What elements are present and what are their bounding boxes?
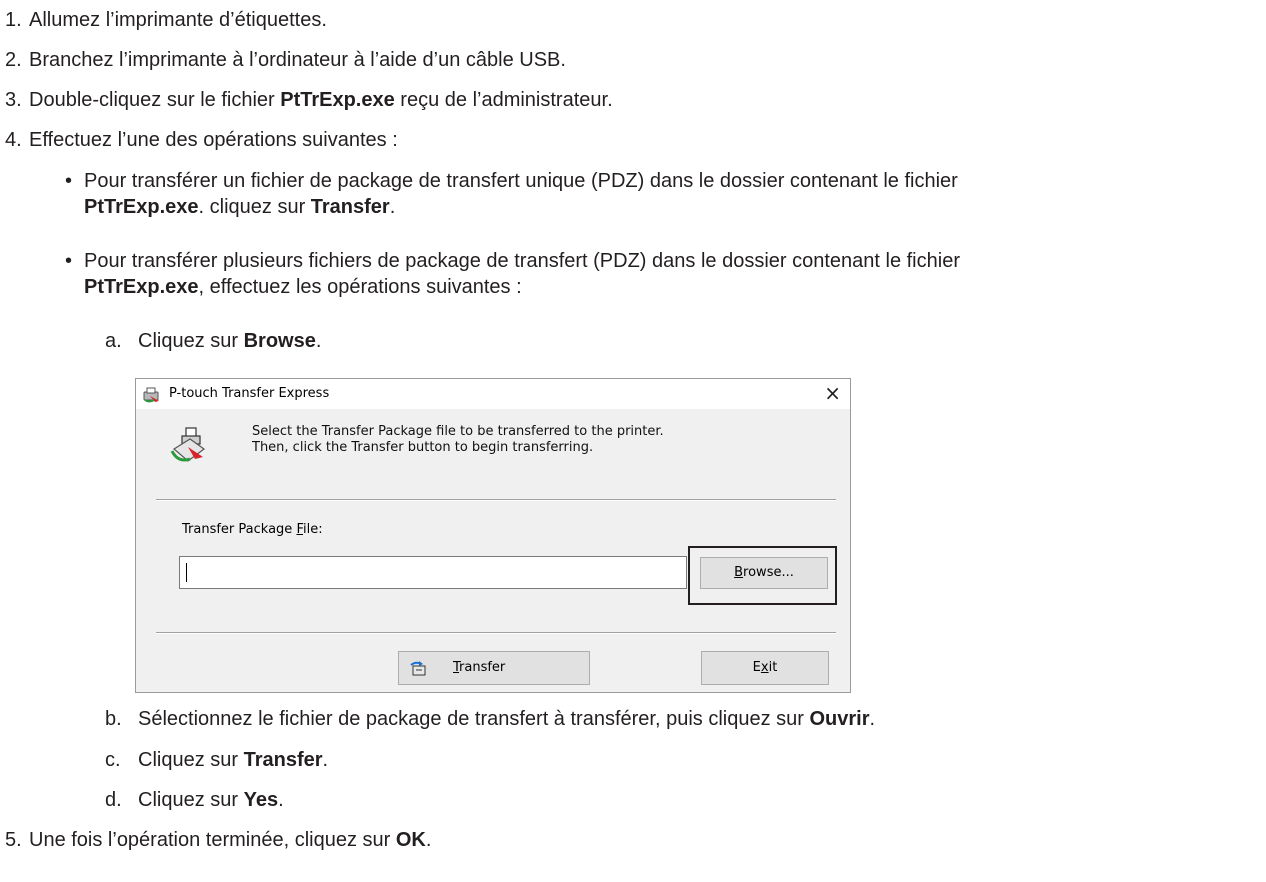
substep-c-post: . [322,749,329,771]
bullet-2-post: , effectuez les opérations suivantes : [198,276,522,298]
step-3-number: 3. [5,89,22,111]
substep-c-text: Cliquez sur Transfer. [138,747,328,773]
substep-a-post: . [315,330,322,352]
printer-transfer-icon [143,387,159,403]
dialog-message-line2: Then, click the Transfer button to begin… [252,440,594,455]
exit-pre: E [752,660,761,675]
substep-d-bold: Yes [243,789,279,811]
step-5-bold: OK [395,829,426,851]
substep-a-text: Cliquez sur Browse. [138,328,321,354]
substep-b-letter: b. [105,708,122,730]
divider-bottom [156,632,836,634]
substep-a-letter: a. [105,330,122,352]
transfer-package-file-input[interactable] [179,556,687,589]
dialog-title: P-touch Transfer Express [169,386,330,401]
file-field-label: Transfer Package File: [182,522,323,538]
bullet-1-filename: PtTrExp.exe [84,196,199,218]
bullet-2-line2: PtTrExp.exe, effectuez les opérations su… [84,274,522,300]
bullet-1-line1: Pour transférer un fichier de package de… [84,170,958,192]
bullet-1-marker: • [65,170,73,192]
bullet-2-line1: Pour transférer plusieurs fichiers de pa… [84,250,960,272]
step-3-filename: PtTrExp.exe [280,89,395,111]
dialog-message: Select the Transfer Package file to be t… [252,424,664,456]
substep-c-bold: Transfer [243,749,323,771]
bullet-1-line2: PtTrExp.exe. cliquez sur Transfer. [84,194,395,220]
divider-top [156,499,836,501]
step-1-text: Allumez l’imprimante d’étiquettes. [29,9,327,31]
step-5-number: 5. [5,829,22,851]
step-5-text: Une fois l’opération terminée, cliquez s… [29,827,431,853]
substep-b-text: Sélectionnez le fichier de package de tr… [138,706,875,732]
bullet-1-transfer: Transfer [310,196,390,218]
exit-post: it [768,660,778,675]
step-3-post: reçu de l’administrateur. [394,89,613,111]
substep-d-pre: Cliquez sur [138,789,244,811]
substep-c-pre: Cliquez sur [138,749,244,771]
step-1-number: 1. [5,9,22,31]
browse-accesskey: B [734,565,744,580]
substep-b-post: . [869,708,876,730]
step-3-text: Double-cliquez sur le fichier PtTrExp.ex… [29,87,613,113]
substep-d-post: . [278,789,284,811]
bullet-1-post: . [389,196,396,218]
transfer-button[interactable]: Transfer [398,651,590,685]
browse-label: rowse... [743,565,794,580]
dialog-titlebar: P-touch Transfer Express × [136,379,850,409]
substep-c-letter: c. [105,749,121,771]
text-caret [186,563,187,582]
browse-button[interactable]: Browse... [700,557,828,589]
dialog-message-line1: Select the Transfer Package file to be t… [252,424,664,439]
substep-b-bold: Ouvrir [809,708,870,730]
step-3-pre: Double-cliquez sur le fichier [29,89,281,111]
transfer-icon [410,661,426,676]
printer-transfer-icon [170,427,206,462]
transfer-label-rest: ransfer [459,660,506,675]
exit-accesskey: x [760,660,769,675]
file-label-pre: Transfer Package [182,522,297,537]
step-2-text: Branchez l’imprimante à l’ordinateur à l… [29,49,566,71]
bullet-2-filename: PtTrExp.exe [84,276,199,298]
substep-b-pre: Sélectionnez le fichier de package de tr… [138,708,810,730]
close-icon[interactable]: × [824,382,841,404]
step-4-text: Effectuez l’une des opérations suivantes… [29,129,398,151]
step-2-number: 2. [5,49,22,71]
transfer-label: Transfer [453,660,505,676]
substep-a-bold: Browse [243,330,316,352]
bullet-2-marker: • [65,250,73,272]
transfer-express-dialog: P-touch Transfer Express × Select the Tr… [135,378,851,693]
substep-a-pre: Cliquez sur [138,330,244,352]
file-label-post: ile: [302,522,323,537]
step-5-post: . [425,829,432,851]
step-4-number: 4. [5,129,22,151]
substep-d-letter: d. [105,789,122,811]
step-5-pre: Une fois l’opération terminée, cliquez s… [29,829,396,851]
bullet-1-mid: . cliquez sur [198,196,311,218]
substep-d-text: Cliquez sur Yes. [138,787,284,813]
exit-button[interactable]: Exit [701,651,829,685]
